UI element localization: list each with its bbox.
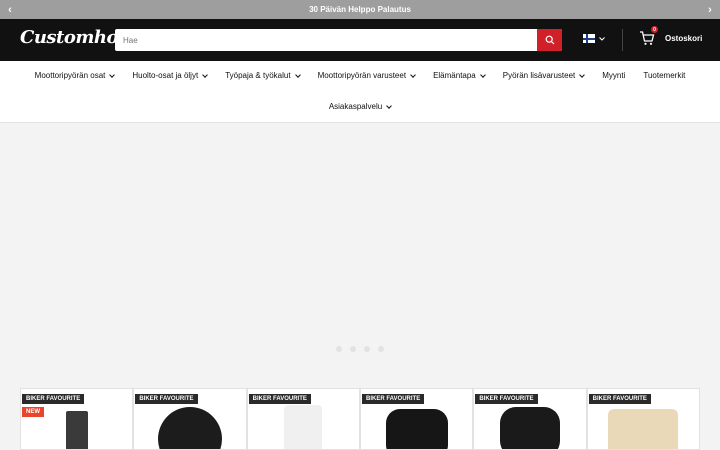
product-card[interactable]: BIKER FAVOURITE xyxy=(246,388,360,450)
nav-item-label: Elämäntapa xyxy=(433,71,476,80)
nav-item[interactable]: Tuotemerkit xyxy=(643,71,685,80)
nav-item[interactable]: Pyörän lisävarusteet xyxy=(502,71,586,80)
product-card[interactable]: BIKER FAVOURITE NEW xyxy=(20,388,134,450)
nav-item-label: Huolto-osat ja öljyt xyxy=(132,71,199,80)
product-image xyxy=(499,407,560,449)
product-image xyxy=(284,405,323,449)
product-card[interactable]: BIKER FAVOURITE xyxy=(473,388,587,450)
language-selector[interactable] xyxy=(583,34,605,43)
chevron-down-icon xyxy=(294,71,301,78)
favourite-badge: BIKER FAVOURITE xyxy=(475,394,538,404)
search-input[interactable] xyxy=(115,29,535,51)
nav-item[interactable]: Moottoripyörän varusteet xyxy=(318,71,416,80)
chevron-down-icon xyxy=(109,71,116,78)
prev-announcement-icon[interactable]: ‹ xyxy=(0,0,20,19)
favourite-badge: BIKER FAVOURITE xyxy=(135,394,198,404)
nav-item[interactable]: Työpaja & työkalut xyxy=(225,71,301,80)
favourite-badge: BIKER FAVOURITE xyxy=(361,394,425,404)
announcement-text: 30 Päivän Helppo Palautus xyxy=(309,5,411,14)
cart-label: Ostoskori xyxy=(665,33,703,43)
search-button[interactable] xyxy=(537,29,562,51)
nav-item-label: Pyörän lisävarusteet xyxy=(502,71,576,80)
chevron-down-icon xyxy=(202,71,209,78)
site-header: Customhoj 0 Ostoskori xyxy=(0,19,720,61)
slideshow-dots xyxy=(336,346,384,352)
new-badge: NEW xyxy=(22,407,44,417)
product-card[interactable]: BIKER FAVOURITE xyxy=(586,388,700,450)
main-navigation: Moottoripyörän osat Huolto-osat ja öljyt T… xyxy=(0,61,720,123)
product-card[interactable]: BIKER FAVOURITE xyxy=(359,388,474,450)
nav-item[interactable]: Huolto-osat ja öljyt xyxy=(132,71,209,80)
cart-button[interactable]: 0 Ostoskori xyxy=(639,26,703,46)
slide-dot[interactable] xyxy=(350,346,356,352)
nav-item[interactable]: Myynti xyxy=(602,71,625,80)
product-row: BIKER FAVOURITE NEW BIKER FAVOURITE BIKER F… xyxy=(20,388,700,450)
nav-item-label: Työpaja & työkalut xyxy=(225,71,291,80)
favourite-badge: BIKER FAVOURITE xyxy=(588,394,651,404)
nav-row-1: Moottoripyörän osat Huolto-osat ja öljyt T… xyxy=(0,71,720,80)
nav-item-label: Moottoripyörän varusteet xyxy=(317,71,407,80)
logo[interactable]: Customhoj xyxy=(20,27,125,48)
header-divider xyxy=(622,29,623,51)
chevron-down-icon xyxy=(386,102,393,109)
product-card[interactable]: BIKER FAVOURITE xyxy=(133,388,247,450)
search-bar xyxy=(115,29,562,51)
product-image xyxy=(65,411,88,449)
cart-icon: 0 xyxy=(639,26,658,46)
next-announcement-icon[interactable]: › xyxy=(700,0,720,19)
nav-item[interactable]: Elämäntapa xyxy=(433,71,486,80)
favourite-badge: BIKER FAVOURITE xyxy=(248,394,311,404)
search-icon xyxy=(545,35,554,45)
nav-item-label: Tuotemerkit xyxy=(643,71,686,80)
product-image xyxy=(608,409,679,449)
slide-dot[interactable] xyxy=(378,346,384,352)
favourite-badge: BIKER FAVOURITE xyxy=(22,394,85,404)
announcement-bar: ‹ 30 Päivän Helppo Palautus › xyxy=(0,0,720,19)
nav-item[interactable]: Asiakaspalvelu xyxy=(328,102,393,111)
product-image xyxy=(157,407,222,449)
nav-item-label: Myynti xyxy=(602,71,626,80)
nav-row-2: Asiakaspalvelu xyxy=(0,102,720,111)
chevron-down-icon xyxy=(410,71,416,78)
nav-item-label: Asiakaspalvelu xyxy=(328,102,383,111)
product-image xyxy=(385,409,448,449)
finland-flag-icon xyxy=(583,34,595,43)
nav-item-label: Moottoripyörän osat xyxy=(34,71,106,80)
chevron-down-icon xyxy=(579,71,586,78)
slide-dot[interactable] xyxy=(336,346,342,352)
slide-dot[interactable] xyxy=(364,346,370,352)
chevron-down-icon xyxy=(479,71,486,78)
chevron-down-icon xyxy=(599,36,605,41)
nav-item[interactable]: Moottoripyörän osat xyxy=(34,71,116,80)
cart-count-badge: 0 xyxy=(651,26,658,33)
